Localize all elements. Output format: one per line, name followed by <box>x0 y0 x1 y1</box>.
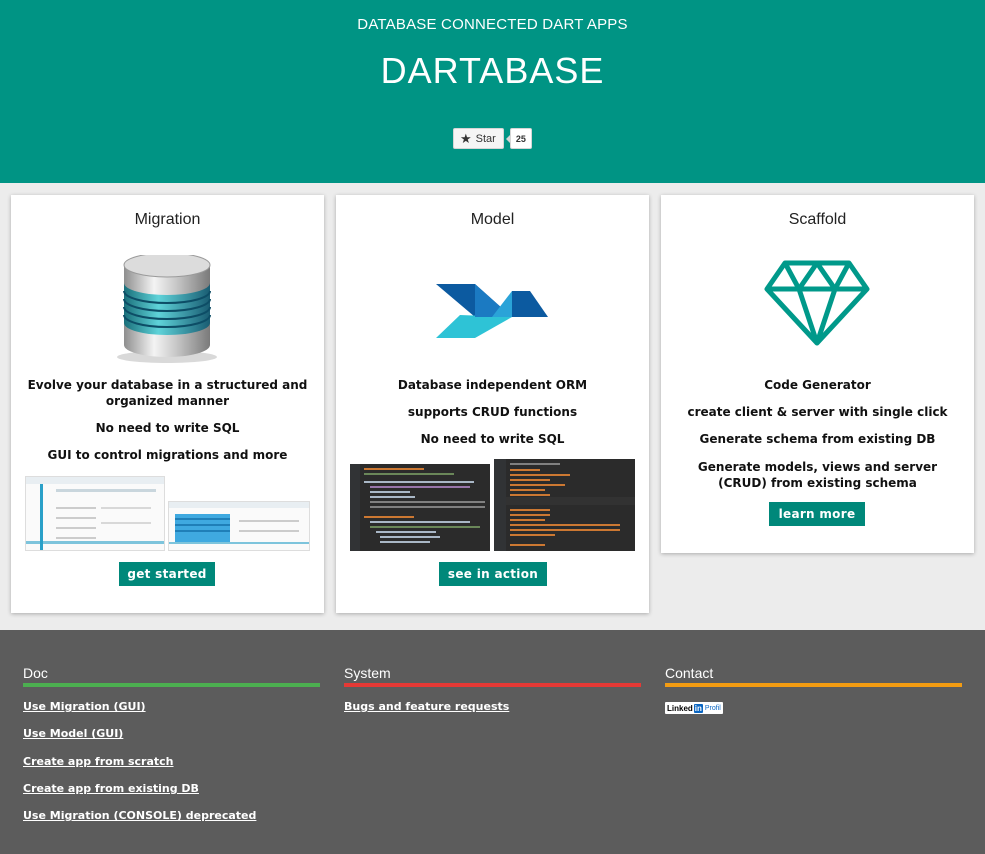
page-header: DATABASE CONNECTED DART APPS DARTABASE ★… <box>0 0 985 183</box>
card-scaffold: Scaffold Code Generator create client & … <box>661 195 974 553</box>
migration-screenshot-2[interactable] <box>168 501 310 551</box>
footer-divider-system <box>344 683 641 687</box>
diamond-icon <box>661 255 974 365</box>
desc-line: No need to write SQL <box>420 432 565 446</box>
desc-line: supports CRUD functions <box>407 405 578 419</box>
desc-line: create client & server with single click <box>687 405 948 419</box>
card-migration: Migration Evolve your database in a stru… <box>11 195 324 613</box>
footer-heading-doc: Doc <box>23 665 48 681</box>
footer-divider-contact <box>665 683 962 687</box>
card-title: Migration <box>134 211 201 228</box>
learn-more-button[interactable]: learn more <box>769 502 865 526</box>
page-footer: Doc Use Migration (GUI) Use Model (GUI) … <box>0 630 985 854</box>
card-description: Code Generator create client & server wi… <box>661 377 974 491</box>
github-star-widget: ★ Star 25 <box>453 128 532 149</box>
dart-logo-icon <box>336 255 649 365</box>
footer-link-bugs-feature-requests[interactable]: Bugs and feature requests <box>344 700 509 713</box>
linkedin-profil-text: Profil <box>704 704 721 712</box>
github-star-button[interactable]: ★ Star <box>453 128 504 149</box>
desc-line: No need to write SQL <box>95 421 240 435</box>
desc-line: Generate models, views and server (CRUD)… <box>697 460 938 490</box>
footer-link-create-app-scratch[interactable]: Create app from scratch <box>23 755 174 768</box>
model-code-screenshot-2[interactable] <box>494 459 635 551</box>
card-title: Model <box>470 211 515 228</box>
see-in-action-button[interactable]: see in action <box>439 562 547 586</box>
footer-heading-contact: Contact <box>665 665 714 681</box>
linkedin-profile-badge[interactable]: Linked in Profil <box>665 702 723 714</box>
card-title: Scaffold <box>788 211 847 228</box>
star-icon: ★ <box>460 130 472 146</box>
linkedin-in-icon: in <box>693 703 703 713</box>
footer-divider-doc <box>23 683 320 687</box>
footer-link-create-app-existing-db[interactable]: Create app from existing DB <box>23 782 199 795</box>
get-started-button[interactable]: get started <box>119 562 215 586</box>
footer-link-use-migration-console[interactable]: Use Migration (CONSOLE) deprecated <box>23 809 256 822</box>
page-title: DARTABASE <box>380 50 605 91</box>
database-icon <box>11 252 324 365</box>
desc-line: Evolve your database in a structured and… <box>27 378 308 408</box>
footer-heading-system: System <box>344 665 391 681</box>
star-label: Star <box>475 132 496 145</box>
card-description: Database independent ORM supports CRUD f… <box>336 377 649 447</box>
desc-line: Database independent ORM <box>397 378 588 392</box>
footer-link-use-migration-gui[interactable]: Use Migration (GUI) <box>23 700 146 713</box>
desc-line: Code Generator <box>764 378 871 392</box>
migration-screenshot-1[interactable] <box>25 476 165 551</box>
linkedin-text: Linked <box>667 703 693 713</box>
card-description: Evolve your database in a structured and… <box>11 377 324 463</box>
desc-line: GUI to control migrations and more <box>47 448 288 462</box>
card-model: Model Database independent ORM supports … <box>336 195 649 613</box>
page-subtitle: DATABASE CONNECTED DART APPS <box>357 16 628 33</box>
model-code-screenshot-1[interactable] <box>350 464 490 551</box>
footer-link-use-model-gui[interactable]: Use Model (GUI) <box>23 727 123 740</box>
desc-line: Generate schema from existing DB <box>699 432 936 446</box>
star-count[interactable]: 25 <box>505 128 532 149</box>
